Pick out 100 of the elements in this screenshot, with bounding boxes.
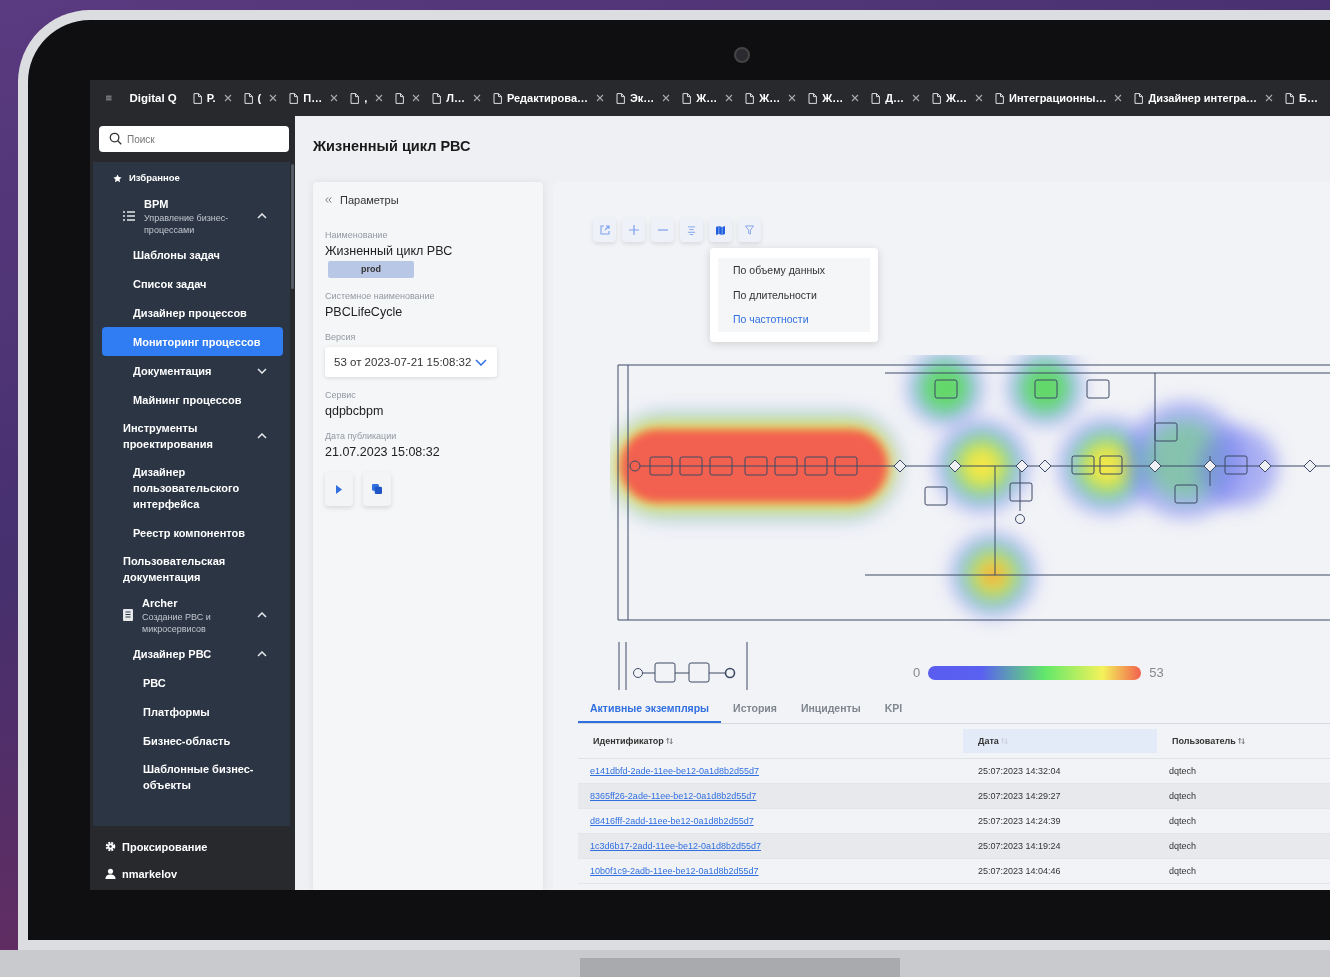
gateway-diamond bbox=[948, 459, 962, 473]
tab-title[interactable]: Ж… bbox=[946, 92, 967, 104]
nav-item[interactable]: Мониторинг процессов bbox=[102, 327, 283, 356]
document-icon bbox=[492, 92, 502, 104]
footer-link[interactable]: nmarkelov bbox=[122, 867, 178, 880]
nav-item[interactable]: Дизайнер процессов bbox=[102, 298, 283, 327]
close-icon[interactable] bbox=[912, 94, 921, 102]
close-icon[interactable] bbox=[330, 94, 339, 102]
menu-item[interactable]: По объему данных bbox=[718, 258, 870, 283]
column-header[interactable]: Пользователь bbox=[1157, 729, 1330, 753]
tab-title[interactable]: Ж… bbox=[822, 92, 844, 104]
document-icon bbox=[432, 92, 442, 104]
menu-item[interactable]: По длительности bbox=[718, 282, 870, 307]
chevron-up-icon[interactable] bbox=[257, 433, 267, 439]
nav-item[interactable]: Реестр компонентов bbox=[102, 518, 283, 547]
nav-item[interactable]: Платформы bbox=[102, 697, 283, 726]
scrollbar-thumb[interactable] bbox=[291, 164, 294, 289]
copy-button[interactable] bbox=[363, 472, 391, 506]
app-name: Digital Q bbox=[129, 92, 177, 104]
tab-title[interactable]: Ж… bbox=[696, 92, 718, 104]
heatmap-button[interactable] bbox=[709, 218, 732, 242]
menu-icon[interactable] bbox=[106, 93, 112, 103]
tab-title[interactable]: Эк… bbox=[630, 92, 655, 104]
double-chevron-left-icon[interactable] bbox=[325, 197, 332, 203]
close-icon[interactable] bbox=[975, 94, 983, 102]
task-box bbox=[1009, 482, 1033, 502]
table-cell-text: dqtech bbox=[1168, 866, 1198, 876]
task-box bbox=[774, 456, 798, 476]
close-icon[interactable] bbox=[1114, 94, 1123, 102]
module-title[interactable]: BPM bbox=[144, 196, 254, 212]
tab-title[interactable]: , bbox=[364, 92, 368, 104]
chevron-up-icon[interactable] bbox=[257, 612, 267, 618]
close-icon[interactable] bbox=[851, 94, 860, 102]
sort-icon bbox=[1000, 737, 1008, 745]
close-icon[interactable] bbox=[662, 94, 671, 102]
document-icon bbox=[395, 92, 405, 104]
legend-max: 53 bbox=[1149, 665, 1164, 680]
column-header[interactable]: Идентификатор bbox=[578, 729, 963, 753]
gateway-diamond bbox=[1203, 459, 1217, 473]
close-icon[interactable] bbox=[1265, 94, 1274, 102]
instance-id-link[interactable]: 10b0f1c9-2adb-11ee-be12-0a1d8b2d55d7 bbox=[590, 866, 759, 876]
tab-title[interactable]: Л… bbox=[446, 92, 465, 104]
play-icon bbox=[336, 484, 342, 494]
nav-item[interactable]: Шаблоны задач bbox=[102, 240, 283, 269]
instance-id-link[interactable]: d8416fff-2add-11ee-be12-0a1d8b2d55d7 bbox=[590, 816, 754, 826]
tab-title[interactable]: Дизайнер интегра… bbox=[1148, 92, 1258, 104]
tab-title[interactable]: П… bbox=[303, 92, 323, 104]
close-icon[interactable] bbox=[472, 94, 481, 102]
tab[interactable]: Активные экземпляры bbox=[578, 695, 722, 723]
nav-item[interactable]: Инструменты проектирования bbox=[102, 414, 283, 458]
nav-item[interactable]: Дизайнер пользовательского интерфейса bbox=[102, 458, 283, 518]
task-box bbox=[1224, 455, 1248, 475]
run-button[interactable] bbox=[325, 472, 353, 506]
close-icon[interactable] bbox=[375, 94, 384, 102]
chevron-up-icon[interactable] bbox=[257, 213, 267, 219]
copy-icon bbox=[372, 484, 382, 494]
version-select[interactable]: 53 от 2023-07-21 15:08:32 bbox=[325, 347, 497, 377]
field-value: PBCLifeCycle bbox=[325, 305, 403, 319]
close-icon[interactable] bbox=[788, 94, 797, 102]
nav-item[interactable]: РВС bbox=[102, 668, 283, 697]
close-icon[interactable] bbox=[412, 94, 421, 102]
instance-id-link[interactable]: 1c3d6b17-2add-11ee-be12-0a1d8b2d55d7 bbox=[590, 841, 761, 851]
close-icon[interactable] bbox=[596, 94, 604, 102]
table-cell-text: 25:07:2023 14:19:24 bbox=[977, 841, 1062, 851]
chevron-up-icon[interactable] bbox=[257, 650, 267, 657]
document-icon bbox=[1285, 92, 1295, 104]
tab-title[interactable]: Б… bbox=[1299, 92, 1318, 104]
tab-title[interactable]: Ж… bbox=[759, 92, 781, 104]
favorites-item[interactable]: Избранное bbox=[102, 164, 283, 192]
nav-item[interactable]: Документация bbox=[102, 356, 283, 385]
close-icon[interactable] bbox=[269, 94, 278, 102]
close-icon[interactable] bbox=[223, 94, 232, 102]
nav-item[interactable]: Список задач bbox=[102, 269, 283, 298]
nav-item[interactable]: Шаблонные бизнес-объекты bbox=[102, 755, 283, 799]
menu-item[interactable]: По частотности bbox=[718, 307, 870, 332]
close-icon[interactable] bbox=[725, 94, 734, 102]
tab-title[interactable]: Р. bbox=[206, 92, 216, 104]
tab-title[interactable]: Д… bbox=[885, 92, 905, 104]
column-header[interactable]: Дата bbox=[963, 729, 1157, 753]
tab-title[interactable]: Интеграционны… bbox=[1009, 92, 1107, 104]
task-box bbox=[709, 456, 733, 476]
footer-link[interactable]: Проксирование bbox=[122, 840, 208, 853]
task-box bbox=[1071, 455, 1095, 475]
instance-id-link[interactable]: e141dbfd-2ade-11ee-be12-0a1d8b2d55d7 bbox=[590, 766, 759, 776]
module-title[interactable]: Archer bbox=[142, 595, 252, 611]
nav-item[interactable]: Бизнес-область bbox=[102, 726, 283, 755]
document-icon bbox=[616, 92, 625, 104]
search-field[interactable]: Поиск bbox=[99, 126, 289, 152]
instance-id-link[interactable]: 8365ff26-2ade-11ee-be12-0a1d8b2d55d7 bbox=[590, 791, 757, 801]
tab-title[interactable]: Редактирова… bbox=[506, 92, 588, 104]
export-icon bbox=[599, 225, 610, 235]
chevron-down-icon[interactable] bbox=[257, 367, 267, 374]
gateway-diamond bbox=[893, 459, 907, 473]
document-icon bbox=[289, 92, 299, 104]
nav-item[interactable]: Пользовательская документация bbox=[102, 547, 283, 591]
nav-item[interactable]: Майнинг процессов bbox=[102, 385, 283, 414]
tab-title[interactable]: ( bbox=[257, 92, 262, 104]
align-center-icon bbox=[687, 225, 696, 235]
document-icon bbox=[1134, 92, 1144, 104]
nav-item[interactable]: Дизайнер РВС bbox=[102, 639, 283, 668]
